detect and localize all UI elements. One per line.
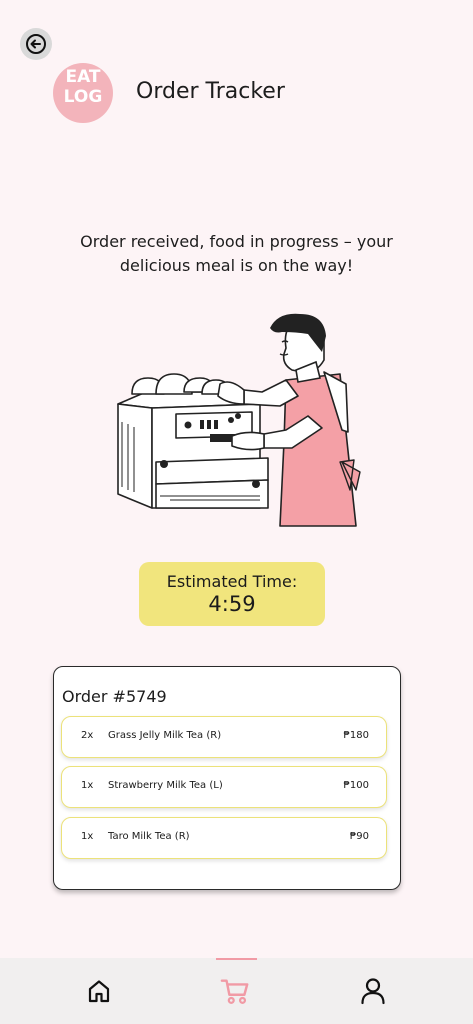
item-name: Taro Milk Tea (R) [108,831,190,842]
bottom-navigation [0,958,473,1024]
estimated-time-box: Estimated Time: 4:59 [139,562,325,626]
order-item[interactable]: 2x Grass Jelly Milk Tea (R) ₱180 [61,716,387,758]
nav-home-button[interactable] [84,976,114,1006]
back-button[interactable] [20,28,52,60]
app-logo: EAT LOG [53,63,113,123]
nav-profile-button[interactable] [358,976,388,1006]
nav-cart-button[interactable] [220,976,250,1006]
cart-icon [220,979,249,1004]
item-quantity: 2x [81,730,94,741]
barista-illustration [117,313,361,527]
item-price: ₱100 [343,780,369,791]
order-number: Order #5749 [62,687,167,706]
logo-text-bottom: LOG [63,87,103,107]
order-item[interactable]: 1x Taro Milk Tea (R) ₱90 [61,817,387,859]
item-name: Strawberry Milk Tea (L) [108,780,223,791]
item-quantity: 1x [81,780,94,791]
profile-icon [361,978,385,1005]
page-title: Order Tracker [136,79,285,104]
home-icon [88,980,110,1003]
item-name: Grass Jelly Milk Tea (R) [108,730,222,741]
active-tab-indicator [216,958,257,960]
order-status-message: Order received, food in progress – your … [80,232,393,275]
order-item[interactable]: 1x Strawberry Milk Tea (L) ₱100 [61,766,387,808]
order-summary-card: Order #5749 2x Grass Jelly Milk Tea (R) … [53,666,401,890]
item-quantity: 1x [81,831,94,842]
estimated-time-value: 4:59 [208,592,256,616]
logo-text-top: EAT [65,67,101,87]
item-price: ₱180 [343,730,369,741]
item-price: ₱90 [349,831,369,842]
arrow-left-icon [26,34,46,54]
estimated-time-label: Estimated Time: [166,572,298,591]
